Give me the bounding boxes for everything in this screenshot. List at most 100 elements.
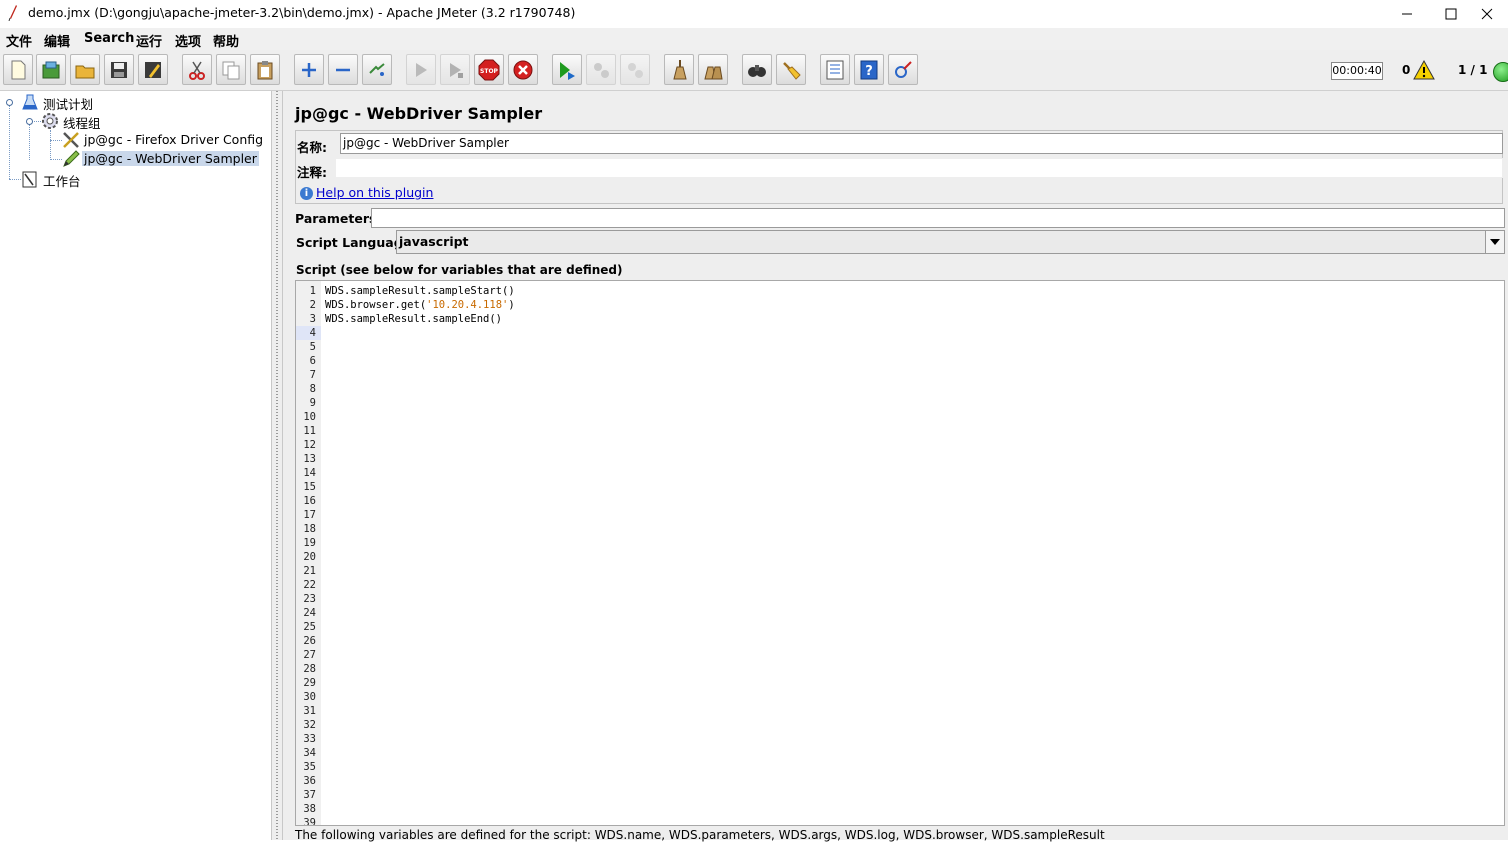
- minimize-button[interactable]: [1384, 0, 1430, 28]
- line-number: 4: [309, 327, 316, 339]
- line-number: 8: [309, 383, 316, 395]
- expander-thread-group[interactable]: [26, 118, 33, 125]
- expand-icon: [302, 62, 316, 77]
- remote-start-button[interactable]: [552, 54, 582, 85]
- line-number: 38: [303, 803, 316, 815]
- log-viewer-button[interactable]: [888, 54, 918, 85]
- paste-button[interactable]: [250, 54, 280, 85]
- clear-button[interactable]: [664, 54, 694, 85]
- menu-options[interactable]: 选项: [175, 31, 201, 50]
- line-number: 35: [303, 761, 316, 773]
- split-pane-divider[interactable]: [271, 91, 283, 840]
- stop-button[interactable]: STOP: [474, 54, 504, 85]
- svg-text:STOP: STOP: [480, 68, 499, 75]
- page-title: jp@gc - WebDriver Sampler: [295, 104, 543, 123]
- expander-test-plan[interactable]: [6, 99, 13, 106]
- tree-item-workbench[interactable]: 工作台: [43, 171, 81, 190]
- close-button[interactable]: [1464, 0, 1508, 28]
- search-button[interactable]: [742, 54, 772, 85]
- open-button[interactable]: [70, 54, 100, 85]
- warning-icon[interactable]: [1413, 60, 1435, 80]
- line-number: 16: [303, 495, 316, 507]
- remote-stop-button[interactable]: [586, 54, 616, 85]
- collapse-icon: [336, 68, 350, 71]
- parameters-label: Parameters:: [295, 211, 382, 226]
- remote-shutdown-button[interactable]: [620, 54, 650, 85]
- start-button[interactable]: [406, 54, 436, 85]
- line-number: 25: [303, 621, 316, 633]
- line-number: 22: [303, 579, 316, 591]
- line-number: 32: [303, 719, 316, 731]
- function-helper-icon: [826, 60, 844, 79]
- line-number: 24: [303, 607, 316, 619]
- parameters-field[interactable]: [371, 208, 1505, 228]
- line-number: 15: [303, 481, 316, 493]
- copy-icon: [222, 61, 240, 79]
- code-line: WDS.browser.get('10.20.4.118'): [325, 299, 515, 311]
- start-no-pause-button[interactable]: [440, 54, 470, 85]
- dropdown-arrow[interactable]: [1485, 231, 1504, 253]
- config-tools-icon: [63, 132, 79, 148]
- cut-icon: [189, 61, 205, 80]
- shutdown-icon: [513, 60, 533, 79]
- code-line: WDS.sampleResult.sampleEnd(): [325, 313, 503, 325]
- new-button[interactable]: [3, 54, 33, 85]
- collapse-all-button[interactable]: [328, 54, 358, 85]
- line-number: 10: [303, 411, 316, 423]
- copy-button[interactable]: [216, 54, 246, 85]
- start-no-pause-icon: [450, 62, 463, 78]
- line-number: 34: [303, 747, 316, 759]
- line-number: 9: [309, 397, 316, 409]
- code-line: WDS.sampleResult.sampleStart(): [325, 285, 515, 297]
- line-number: 1: [309, 285, 316, 297]
- test-plan-icon: [22, 94, 38, 110]
- cut-button[interactable]: [182, 54, 212, 85]
- menu-edit[interactable]: 编辑: [44, 31, 70, 50]
- tree-item-firefox-driver-config[interactable]: jp@gc - Firefox Driver Config: [84, 132, 263, 147]
- workbench-icon: [22, 171, 37, 188]
- menu-search[interactable]: Search: [84, 31, 134, 46]
- clear-all-button[interactable]: [698, 54, 728, 85]
- shutdown-button[interactable]: [508, 54, 538, 85]
- line-number: 18: [303, 523, 316, 535]
- save-as-button[interactable]: [138, 54, 168, 85]
- line-number: 30: [303, 691, 316, 703]
- script-language-select[interactable]: javascript: [396, 230, 1505, 254]
- remote-stop-icon: [594, 62, 609, 78]
- script-language-value: javascript: [399, 234, 469, 249]
- name-field[interactable]: jp@gc - WebDriver Sampler: [340, 133, 1503, 154]
- paste-icon: [257, 60, 273, 79]
- menu-file[interactable]: 文件: [6, 31, 32, 50]
- save-button[interactable]: [104, 54, 134, 85]
- active-threads: 1 / 1: [1458, 63, 1488, 77]
- line-number: 23: [303, 593, 316, 605]
- templates-button[interactable]: [36, 54, 66, 85]
- toggle-button[interactable]: [362, 54, 392, 85]
- function-helper-button[interactable]: [820, 54, 850, 85]
- menu-run[interactable]: 运行: [136, 31, 162, 50]
- script-editor[interactable]: 1 2 3 4 5 6 7 8 9 10 11 12 13 14 15 16 17 18 19 20 21 22 23 24 2…: [295, 280, 1505, 826]
- tree-item-webdriver-sampler[interactable]: jp@gc - WebDriver Sampler: [82, 151, 259, 166]
- log-viewer-icon: [895, 60, 912, 78]
- line-number: 21: [303, 565, 316, 577]
- line-number: 31: [303, 705, 316, 717]
- comment-field[interactable]: [335, 158, 1503, 178]
- new-icon: [11, 60, 26, 79]
- open-icon: [75, 65, 95, 78]
- maximize-icon: [1445, 8, 1457, 20]
- line-number: 33: [303, 733, 316, 745]
- running-indicator-icon: [1493, 62, 1508, 82]
- expand-all-button[interactable]: [294, 54, 324, 85]
- reset-search-button[interactable]: [776, 54, 806, 85]
- templates-icon: [42, 61, 60, 78]
- tree-item-thread-group[interactable]: 线程组: [63, 113, 101, 132]
- help-button[interactable]: ?: [854, 54, 884, 85]
- line-number: 11: [303, 425, 316, 437]
- help-plugin-link[interactable]: Help on this plugin: [316, 185, 433, 200]
- jmeter-feather-icon: [8, 5, 17, 21]
- info-icon: i: [300, 187, 313, 200]
- line-number: 26: [303, 635, 316, 647]
- menu-help[interactable]: 帮助: [213, 31, 239, 50]
- tree-item-test-plan[interactable]: 测试计划: [43, 94, 93, 113]
- line-number: 14: [303, 467, 316, 479]
